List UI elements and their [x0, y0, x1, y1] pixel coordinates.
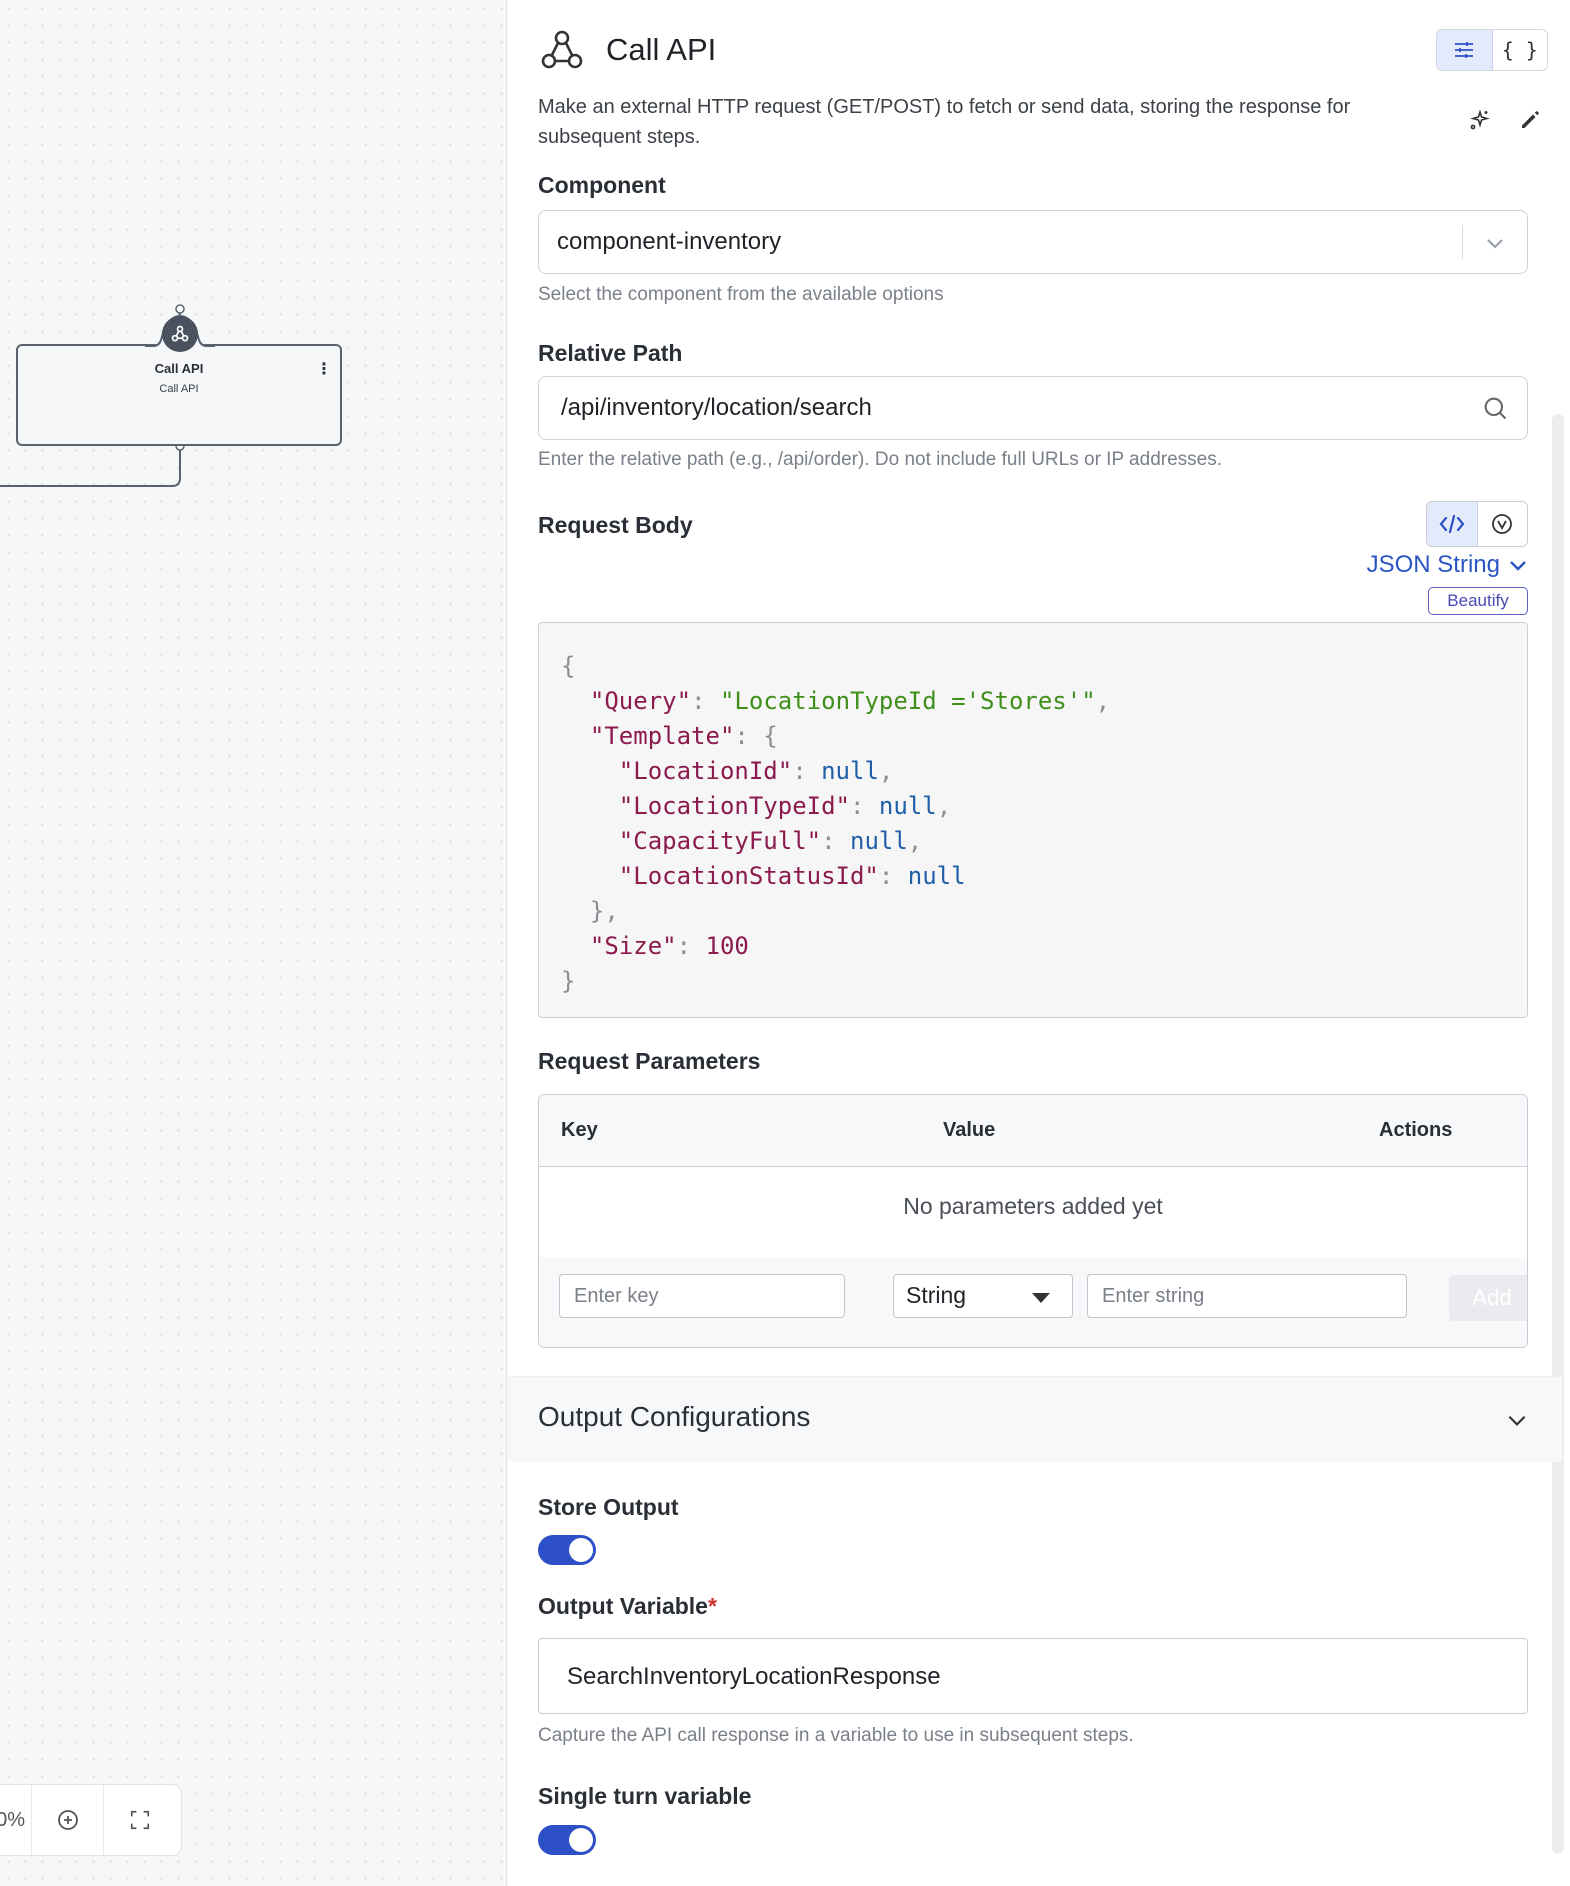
panel-scrollbar[interactable] [1552, 414, 1564, 1854]
code-null: null [878, 792, 937, 820]
node-config-panel: Call API { } Make an external HTTP reque… [508, 0, 1570, 1886]
code-key-query: "Query" [589, 687, 692, 715]
code-key-location-type-id: "LocationTypeId" [618, 792, 850, 820]
column-value: Value [943, 1119, 996, 1141]
search-icon [1484, 397, 1507, 420]
output-variable-input[interactable]: SearchInventoryLocationResponse [538, 1638, 1528, 1714]
json-view-button[interactable]: { } [1493, 30, 1548, 70]
column-actions: Actions [1379, 1119, 1453, 1141]
code-brace-open: { [561, 652, 576, 680]
variable-circle-icon [1492, 514, 1513, 534]
webhook-icon [541, 30, 583, 69]
code-key-location-id: "LocationId" [618, 757, 793, 785]
edit-pencil-icon[interactable] [1518, 108, 1542, 132]
beautify-button[interactable]: Beautify [1428, 587, 1528, 615]
param-key-input[interactable]: Enter key [559, 1274, 845, 1318]
request-body-label: Request Body [538, 512, 693, 538]
relative-path-label: Relative Path [538, 340, 683, 366]
output-variable-value: SearchInventoryLocationResponse [567, 1663, 941, 1690]
relative-path-input[interactable]: /api/inventory/location/search [538, 376, 1528, 440]
table-header: Key Value Actions [539, 1095, 1527, 1167]
code-null: null [821, 757, 879, 785]
code-key-capacity-full: "CapacityFull" [618, 827, 822, 855]
node-title: Call API [154, 361, 204, 376]
sliders-icon [1455, 42, 1474, 58]
chevron-down-icon [1487, 239, 1503, 249]
param-value-input[interactable]: Enter string [1087, 1274, 1407, 1318]
empty-message: No parameters added yet [903, 1193, 1163, 1219]
variable-mode-button[interactable] [1478, 502, 1528, 546]
request-parameters-table: Key Value Actions No parameters added ye… [538, 1094, 1528, 1348]
toggle-knob [569, 1538, 593, 1562]
description-actions [1468, 108, 1542, 132]
component-helper: Select the component from the available … [538, 284, 944, 305]
param-type-value: String [906, 1282, 967, 1308]
add-parameter-row: Enter key String Enter string Add [539, 1257, 1527, 1347]
body-type-dropdown[interactable]: JSON String [1367, 551, 1528, 579]
form-view-button[interactable] [1437, 30, 1493, 70]
code-null: null [907, 862, 966, 890]
toggle-knob [569, 1828, 593, 1852]
output-variable-helper: Capture the API call response in a varia… [538, 1725, 1134, 1746]
body-type-label: JSON String [1366, 551, 1500, 578]
param-type-select[interactable]: String [893, 1274, 1073, 1318]
code-null: null [850, 827, 908, 855]
chevron-down-icon [1508, 1415, 1526, 1426]
zoom-level: 0% [0, 1808, 25, 1831]
column-key: Key [561, 1119, 598, 1141]
code-icon [1439, 514, 1465, 534]
required-mark: * [707, 1593, 717, 1619]
relative-path-helper: Enter the relative path (e.g., /api/orde… [538, 449, 1222, 470]
zoom-controls: 0% [0, 1784, 182, 1856]
output-configurations-header[interactable]: Output Configurations [508, 1376, 1562, 1462]
view-mode-toggle: { } [1436, 29, 1548, 71]
code-val-query: "LocationTypeId ='Stores'" [719, 687, 1096, 715]
output-variable-label: Output Variable* [538, 1593, 717, 1620]
request-parameters-label: Request Parameters [538, 1048, 761, 1074]
output-variable-label-text: Output Variable [538, 1593, 708, 1619]
add-parameter-button[interactable]: Add [1449, 1275, 1527, 1321]
zoom-in-icon [57, 1810, 78, 1830]
code-key-location-status-id: "LocationStatusId" [618, 862, 879, 890]
ai-sparkle-icon[interactable] [1468, 108, 1492, 132]
single-turn-toggle[interactable] [538, 1825, 596, 1855]
code-val-size: 100 [705, 932, 749, 960]
select-divider [1462, 225, 1463, 259]
fit-view-button[interactable] [103, 1784, 175, 1856]
component-value: component-inventory [557, 228, 782, 255]
component-label: Component [538, 172, 666, 198]
request-body-editor[interactable]: { "Query": "LocationTypeId ='Stores'", "… [538, 622, 1528, 1018]
relative-path-value: /api/inventory/location/search [561, 394, 872, 421]
chevron-down-icon [1510, 561, 1526, 571]
output-configurations-title: Output Configurations [538, 1401, 811, 1432]
node-menu-icon[interactable]: ⋮ [316, 362, 332, 378]
code-key-size: "Size" [589, 932, 677, 960]
call-api-node[interactable]: Call API Call API ⋮ [16, 344, 342, 446]
webhook-icon [162, 316, 198, 352]
panel-header: Call API { } [538, 26, 1548, 72]
component-select[interactable]: component-inventory [538, 210, 1528, 274]
caret-down-icon [1032, 1293, 1050, 1303]
store-output-toggle[interactable] [538, 1535, 596, 1565]
code-brace-close: } [561, 967, 576, 995]
zoom-in-button[interactable] [31, 1784, 103, 1856]
single-turn-label: Single turn variable [538, 1783, 752, 1809]
body-mode-toggle [1426, 501, 1528, 547]
page-title: Call API [606, 32, 717, 67]
fullscreen-icon [130, 1810, 149, 1830]
store-output-label: Store Output [538, 1494, 679, 1520]
code-key-template: "Template" [589, 722, 735, 750]
panel-description: Make an external HTTP request (GET/POST)… [538, 96, 1351, 148]
code-mode-button[interactable] [1427, 502, 1478, 546]
workflow-canvas[interactable]: Call API Call API ⋮ 0% [0, 0, 507, 1886]
node-subtitle: Call API [159, 383, 199, 395]
